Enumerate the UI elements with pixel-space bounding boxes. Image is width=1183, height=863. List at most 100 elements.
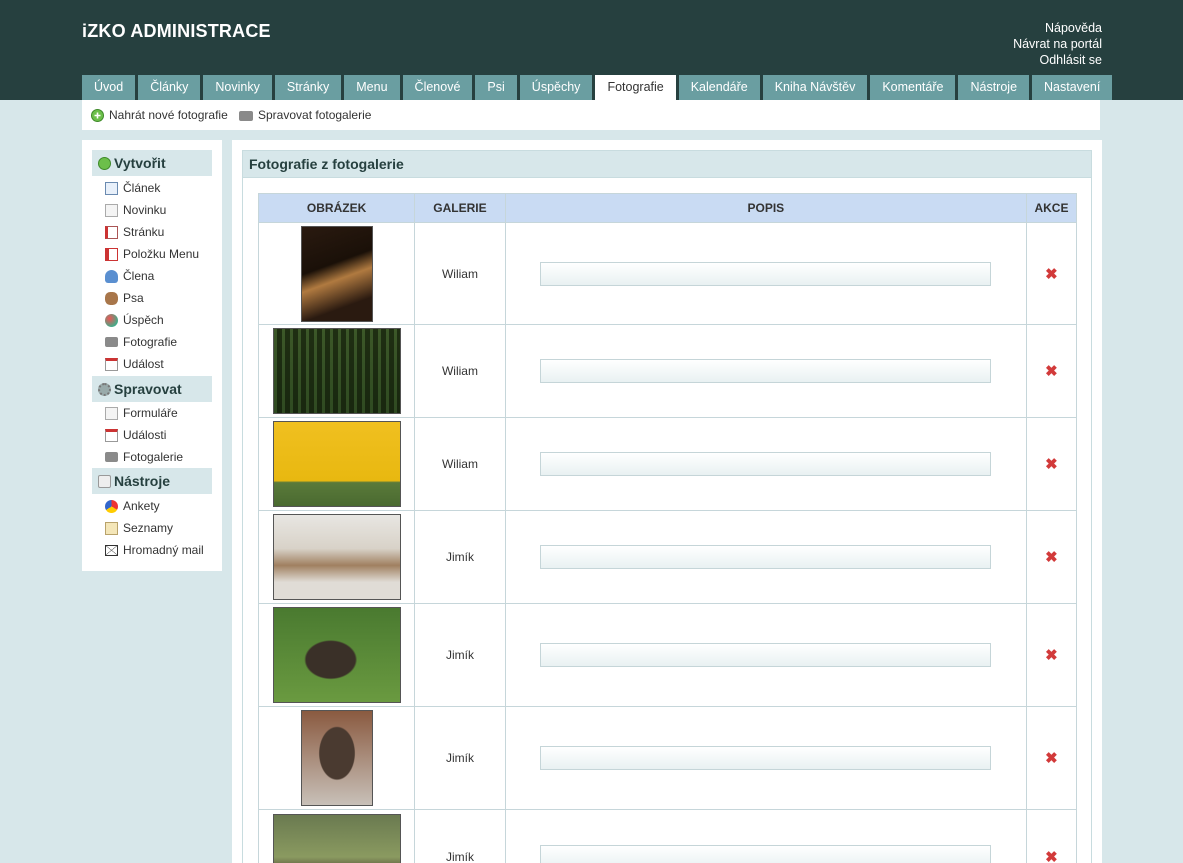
sidebar-item-seznamy[interactable]: Seznamy [105,519,173,537]
portal-link[interactable]: Návrat na portál [1013,36,1102,52]
sidebar-item-uspech[interactable]: Úspěch [105,311,164,329]
manage-galleries-link[interactable]: Spravovat fotogalerie [239,108,371,122]
sidebar-item-psa[interactable]: Psa [105,289,144,307]
sidebar-item-hromadny-mail[interactable]: Hromadný mail [105,541,204,559]
photo-thumbnail[interactable] [300,225,373,322]
table-row: Wiliam ✖ [257,417,1078,511]
sidebar-item-stranku[interactable]: Stránku [105,223,164,241]
top-header: iZKO ADMINISTRACE Nápověda Návrat na por… [0,0,1183,100]
photo-thumbnail[interactable] [272,328,401,414]
tab-menu[interactable]: Menu [344,75,400,100]
image-cell [257,809,416,863]
tab-kalendare[interactable]: Kalendáře [678,75,760,100]
section-title: Vytvořit [114,155,166,171]
delete-icon[interactable]: ✖ [1045,363,1058,380]
description-input[interactable] [540,746,992,770]
sidebar-item-label: Fotogalerie [123,450,184,464]
action-cell: ✖ [1025,222,1078,325]
camera-icon [239,110,253,121]
sidebar-item-formulare[interactable]: Formuláře [105,404,178,422]
description-input[interactable] [540,643,992,667]
sidebar-item-clena[interactable]: Člena [105,267,154,285]
manage-galleries-label: Spravovat fotogalerie [258,108,372,122]
tab-kniha-navstev[interactable]: Kniha Návštěv [762,75,868,100]
tab-stranky[interactable]: Stránky [274,75,342,100]
tab-clanky[interactable]: Články [138,75,201,100]
description-cell [504,222,1027,325]
sidebar-item-novinku[interactable]: Novinku [105,201,166,219]
gallery-cell: Wiliam [414,222,506,325]
sidebar-item-label: Události [123,428,167,442]
delete-icon[interactable]: ✖ [1045,750,1058,767]
logout-link[interactable]: Odhlásit se [1013,52,1102,68]
delete-icon[interactable]: ✖ [1045,456,1058,473]
description-cell [504,324,1027,418]
photo-thumbnail[interactable] [300,710,373,806]
image-cell [257,706,416,810]
sidebar-section-create: Vytvořit [92,150,212,176]
poll-icon [105,499,118,513]
sidebar-item-udalosti[interactable]: Události [105,426,166,444]
photos-panel: Fotografie z fotogalerie Obrázek Galerie… [242,150,1092,863]
sidebar-item-label: Článek [123,181,161,195]
sidebar: Vytvořit Článek Novinku Stránku Položku … [82,140,222,571]
table-row: Jimík ✖ [257,706,1078,810]
photo-thumbnail[interactable] [272,607,401,703]
sub-nav: Nahrát nové fotografie Spravovat fotogal… [82,100,1100,130]
tab-uspechy[interactable]: Úspěchy [519,75,593,100]
camera-icon [105,337,118,347]
sidebar-item-label: Úspěch [123,313,164,327]
help-link[interactable]: Nápověda [1013,20,1102,36]
sidebar-item-fotografie[interactable]: Fotografie [105,333,177,351]
sidebar-item-udalost[interactable]: Událost [105,355,164,373]
sidebar-item-ankety[interactable]: Ankety [105,497,160,515]
gear-icon [98,382,111,396]
tab-komentare[interactable]: Komentáře [870,75,956,100]
description-cell [504,417,1027,511]
dog-icon [105,291,118,305]
delete-icon[interactable]: ✖ [1045,849,1058,863]
photo-thumbnail[interactable] [272,514,401,600]
tab-novinky[interactable]: Novinky [203,75,272,100]
toolbox-icon [98,474,111,488]
tab-nastaveni[interactable]: Nastavení [1032,75,1113,100]
image-cell [257,324,416,418]
menu-item-icon [105,247,118,261]
sidebar-item-label: Fotografie [123,335,178,349]
sidebar-section-tools: Nástroje [92,468,212,494]
gallery-cell: Jimík [414,603,506,707]
tab-nastroje[interactable]: Nástroje [958,75,1030,100]
tab-fotografie[interactable]: Fotografie [595,75,676,100]
description-input[interactable] [540,845,992,863]
description-cell [504,706,1027,810]
delete-icon[interactable]: ✖ [1045,266,1058,283]
description-input[interactable] [540,545,992,569]
table-row: Jimík ✖ [257,510,1078,604]
description-input[interactable] [540,452,992,476]
sidebar-item-fotogalerie[interactable]: Fotogalerie [105,448,183,466]
upload-photos-link[interactable]: Nahrát nové fotografie [91,108,228,122]
trophy-icon [105,313,118,327]
sidebar-item-polozku-menu[interactable]: Položku Menu [105,245,199,263]
tab-uvod[interactable]: Úvod [82,75,136,100]
delete-icon[interactable]: ✖ [1045,549,1058,566]
col-header-image: Obrázek [257,193,416,223]
action-cell: ✖ [1025,324,1078,418]
content-area: Fotografie z fotogalerie Obrázek Galerie… [232,140,1102,863]
tab-clenove[interactable]: Členové [402,75,473,100]
mail-icon [105,544,118,556]
image-cell [257,222,416,325]
photo-thumbnail[interactable] [272,421,401,507]
description-cell [504,809,1027,863]
col-header-gallery: Galerie [414,193,506,223]
photo-thumbnail[interactable] [272,814,401,863]
calendar-icon [105,428,118,442]
page-icon [105,225,118,239]
description-input[interactable] [540,261,992,286]
sidebar-item-clanek[interactable]: Článek [105,179,160,197]
description-input[interactable] [540,359,992,383]
tab-psi[interactable]: Psi [475,75,517,100]
image-cell [257,603,416,707]
sidebar-item-label: Stránku [123,225,165,239]
delete-icon[interactable]: ✖ [1045,647,1058,664]
